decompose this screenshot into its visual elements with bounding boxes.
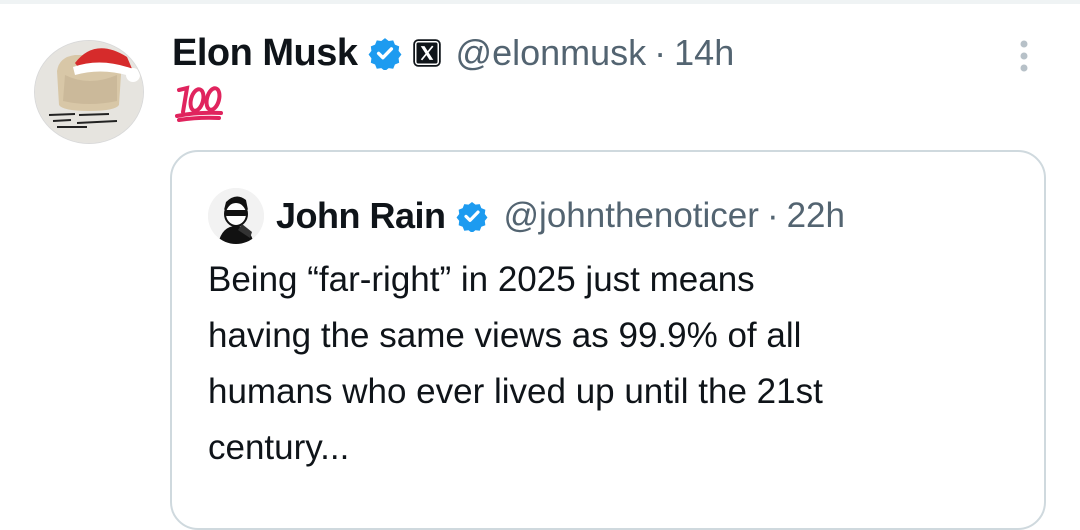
john-rain-avatar[interactable] [208, 188, 264, 244]
quoted-author-name[interactable]: John Rain [276, 195, 446, 237]
quoted-text-line: humans who ever lived up until the 21st [208, 372, 823, 411]
verified-badge-icon [368, 38, 401, 70]
more-options-icon[interactable] [1012, 36, 1036, 76]
quoted-text-line: having the same views as 99.9% of all [208, 316, 802, 355]
elon-musk-avatar[interactable] [34, 40, 144, 144]
separator-dot: · [766, 196, 779, 235]
verified-badge-icon [456, 202, 487, 232]
quoted-post-card[interactable]: John Rain @johnthenoticer · 22h Being “f… [170, 150, 1046, 530]
quoted-author-handle[interactable]: @johnthenoticer [504, 196, 759, 236]
hundred-points-emoji [175, 85, 223, 122]
author-name[interactable]: Elon Musk [172, 32, 358, 75]
separator-dot: · [654, 32, 667, 73]
quoted-text-line: Being “far-right” in 2025 just means [208, 260, 755, 299]
post-time[interactable]: 14h [674, 32, 734, 74]
quoted-post-time[interactable]: 22h [787, 196, 845, 236]
quoted-post-text: Being “far-right” in 2025 just means hav… [208, 252, 1008, 476]
top-divider [0, 0, 1080, 4]
quoted-text-line: century... [208, 428, 350, 467]
quoted-post-header: John Rain @johnthenoticer · 22h [276, 190, 845, 242]
author-handle[interactable]: @elonmusk [456, 32, 647, 74]
post-header: Elon Musk @elonmusk · 14h [172, 28, 734, 78]
x-logo-badge [412, 39, 441, 67]
